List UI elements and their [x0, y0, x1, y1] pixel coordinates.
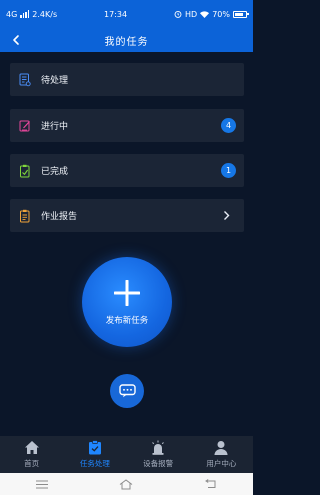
- task-icon: [87, 440, 103, 455]
- user-icon: [213, 440, 229, 455]
- report-icon: [19, 209, 31, 223]
- home-outline-icon: [120, 478, 133, 489]
- tab-bar: 首页 任务处理 设备报警 用户中心: [0, 436, 253, 473]
- hd-indicator: HD: [185, 9, 198, 19]
- status-left: 4G 2.4K/s: [6, 10, 57, 19]
- battery-percent: 70%: [212, 9, 230, 19]
- tab-task-processing[interactable]: 任务处理: [63, 436, 126, 473]
- edit-icon: [19, 119, 31, 133]
- count-badge: 1: [221, 163, 236, 178]
- menu-lines-icon: [36, 480, 49, 488]
- count-badge: 4: [221, 118, 236, 133]
- home-icon: [24, 440, 40, 455]
- wifi-icon: [200, 10, 210, 18]
- tab-user-center[interactable]: 用户中心: [190, 436, 253, 473]
- menu-item-report[interactable]: 作业报告: [10, 199, 244, 232]
- home-nav-button[interactable]: [119, 478, 133, 490]
- check-clipboard-icon: [19, 164, 31, 178]
- publish-task-button[interactable]: 发布新任务: [82, 257, 172, 347]
- clipboard-icon: [19, 73, 31, 87]
- menu-label-pending: 待处理: [41, 76, 69, 86]
- back-return-icon: [205, 479, 216, 488]
- plus-icon: [114, 280, 140, 306]
- tab-home[interactable]: 首页: [0, 436, 63, 473]
- tab-label: 用户中心: [206, 459, 237, 468]
- alarm-clock-icon: [174, 10, 182, 18]
- menu-item-in-progress[interactable]: 进行中 4: [10, 109, 244, 142]
- system-nav-bar: [0, 473, 253, 495]
- menu-label-report: 作业报告: [41, 212, 78, 222]
- tab-label: 首页: [24, 459, 40, 468]
- tab-label: 设备报警: [143, 459, 174, 468]
- tab-label: 任务处理: [79, 459, 110, 468]
- title-bar: 我的任务: [0, 28, 253, 52]
- network-type: 4G: [6, 9, 18, 19]
- menu-label-completed: 已完成: [41, 167, 69, 177]
- network-speed: 2.4K/s: [32, 9, 58, 19]
- publish-task-label: 发布新任务: [105, 316, 149, 326]
- chevron-right-icon: [224, 211, 230, 220]
- status-bar: 4G 2.4K/s 17:34 HD 70%: [0, 0, 253, 28]
- chat-button[interactable]: [110, 374, 144, 408]
- page-title: 我的任务: [104, 36, 149, 48]
- tab-device-alarm[interactable]: 设备报警: [127, 436, 190, 473]
- menu-item-pending[interactable]: 待处理: [10, 63, 244, 96]
- back-arrow-icon[interactable]: [11, 34, 21, 46]
- clock: 17:34: [104, 9, 128, 19]
- menu-label-in-progress: 进行中: [41, 122, 69, 132]
- battery-icon: [232, 10, 249, 18]
- menu-item-completed[interactable]: 已完成 1: [10, 154, 244, 187]
- signal-icon: [20, 10, 30, 18]
- status-right: HD 70%: [174, 9, 249, 19]
- chat-icon: [118, 384, 136, 398]
- back-nav-button[interactable]: [204, 478, 218, 490]
- menu-nav-button[interactable]: [35, 478, 49, 490]
- alarm-icon: [150, 440, 166, 455]
